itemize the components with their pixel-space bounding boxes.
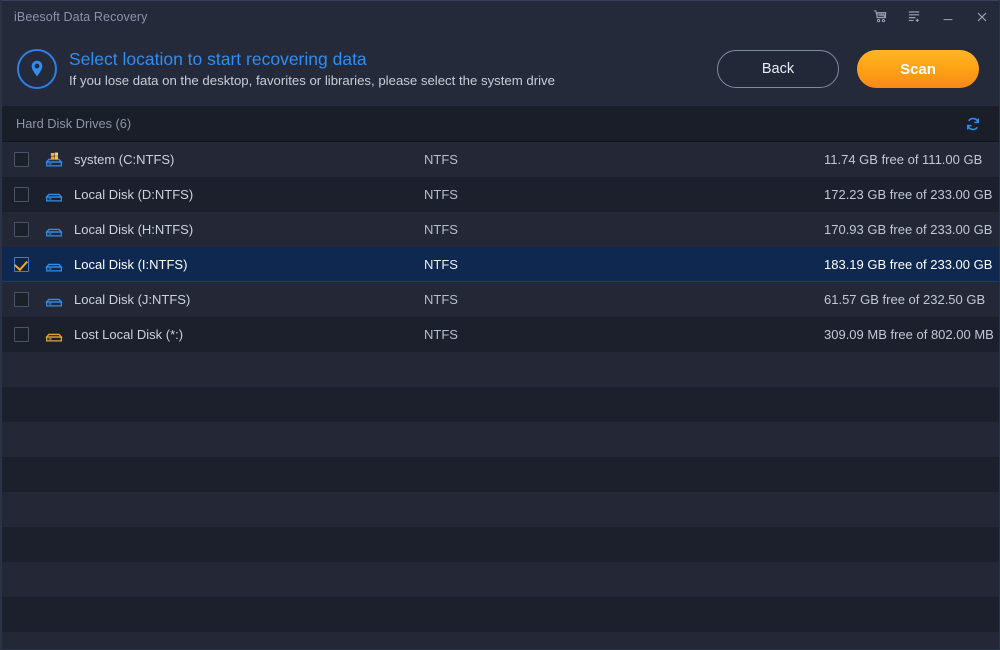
table-row[interactable]: Local Disk (J:NTFS) NTFS 61.57 GB free of … xyxy=(2,282,999,317)
drive-free-space: 170.93 GB free of 233.00 GB xyxy=(824,222,993,237)
drive-filesystem: NTFS xyxy=(424,292,458,307)
table-row[interactable]: Local Disk (I:NTFS) NTFS 183.19 GB free of… xyxy=(2,247,999,282)
app-title: iBeesoft Data Recovery xyxy=(14,9,148,24)
drive-filesystem: NTFS xyxy=(424,327,458,342)
table-row[interactable]: Local Disk (H:NTFS) NTFS 170.93 GB free of… xyxy=(2,212,999,247)
table-row[interactable]: Local Disk (D:NTFS) NTFS 172.23 GB free of… xyxy=(2,177,999,212)
menu-list-icon[interactable] xyxy=(897,1,931,33)
empty-row xyxy=(2,527,999,562)
drive-checkbox[interactable] xyxy=(14,292,29,307)
table-row[interactable]: system (C:NTFS) NTFS 11.74 GB free of 111.… xyxy=(2,142,999,177)
drive-name: Lost Local Disk (*:) xyxy=(74,327,184,342)
close-icon[interactable] xyxy=(965,1,999,33)
refresh-icon[interactable] xyxy=(961,112,985,136)
drive-free-space: 11.74 GB free of 111.00 GB xyxy=(824,152,983,167)
drive-checkbox[interactable] xyxy=(14,257,29,272)
drive-filesystem: NTFS xyxy=(424,152,458,167)
drive-icon xyxy=(43,289,65,311)
drive-icon xyxy=(43,254,65,276)
drive-checkbox[interactable] xyxy=(14,222,29,237)
cart-icon[interactable] xyxy=(863,1,897,33)
empty-row xyxy=(2,562,999,597)
title-bar: iBeesoft Data Recovery xyxy=(2,0,999,32)
scan-button[interactable]: Scan xyxy=(857,50,979,88)
app-window: iBeesoft Data Recovery Select location t… xyxy=(0,0,1000,650)
drive-name: system (C:NTFS) xyxy=(74,152,175,167)
drive-free-space: 172.23 GB free of 233.00 GB xyxy=(824,187,993,202)
drive-name: Local Disk (D:NTFS) xyxy=(74,187,194,202)
drive-checkbox[interactable] xyxy=(14,152,29,167)
system-drive-icon xyxy=(43,149,65,171)
lost-drive-icon xyxy=(43,324,65,346)
drive-free-space: 61.57 GB free of 232.50 GB xyxy=(824,292,986,307)
header-actions: Back Scan xyxy=(717,50,979,88)
page-title: Select location to start recovering data xyxy=(69,49,367,69)
page-subtitle: If you lose data on the desktop, favorit… xyxy=(69,73,555,88)
drive-checkbox[interactable] xyxy=(14,327,29,342)
location-pin-icon xyxy=(17,49,57,89)
empty-row xyxy=(2,597,999,632)
section-title: Hard Disk Drives (6) xyxy=(16,116,132,131)
drive-name: Local Disk (I:NTFS) xyxy=(74,257,188,272)
empty-row xyxy=(2,457,999,492)
drive-name: Local Disk (J:NTFS) xyxy=(74,292,191,307)
empty-row xyxy=(2,492,999,527)
section-bar: Hard Disk Drives (6) xyxy=(2,106,999,142)
drive-list[interactable]: system (C:NTFS) NTFS 11.74 GB free of 111.… xyxy=(2,142,999,649)
back-button[interactable]: Back xyxy=(717,50,839,88)
empty-row xyxy=(2,632,999,649)
page-header: Select location to start recovering data… xyxy=(2,32,999,106)
minimize-icon[interactable] xyxy=(931,1,965,33)
empty-row xyxy=(2,422,999,457)
table-row[interactable]: Lost Local Disk (*:) NTFS 309.09 MB free o… xyxy=(2,317,999,352)
drive-icon xyxy=(43,219,65,241)
drive-filesystem: NTFS xyxy=(424,257,458,272)
drive-filesystem: NTFS xyxy=(424,222,458,237)
drive-free-space: 183.19 GB free of 233.00 GB xyxy=(824,257,993,272)
drive-filesystem: NTFS xyxy=(424,187,458,202)
empty-row xyxy=(2,387,999,422)
drive-checkbox[interactable] xyxy=(14,187,29,202)
drive-free-space: 309.09 MB free of 802.00 MB xyxy=(824,327,994,342)
empty-row xyxy=(2,352,999,387)
header-text-block: Select location to start recovering data… xyxy=(69,48,717,90)
drive-icon xyxy=(43,184,65,206)
drive-name: Local Disk (H:NTFS) xyxy=(74,222,194,237)
